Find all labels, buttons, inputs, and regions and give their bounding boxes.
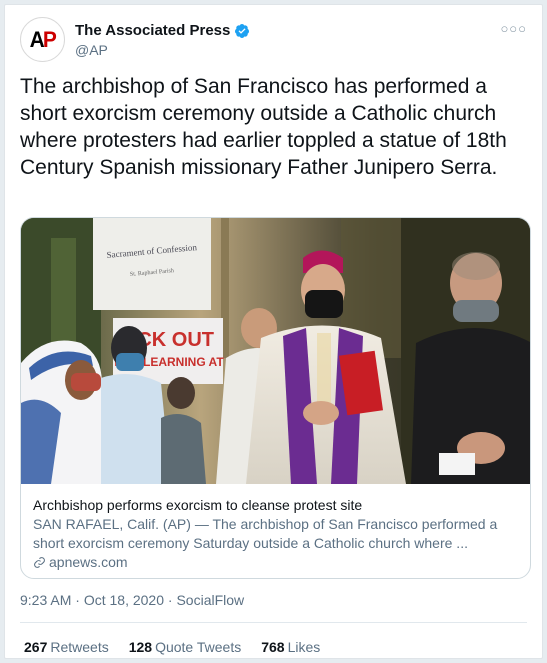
likes-count: 768 (261, 639, 285, 655)
likes-label: Likes (287, 639, 321, 655)
more-options-icon[interactable]: ○○○ (500, 21, 527, 36)
link-title: Archbishop performs exorcism to cleanse … (33, 497, 363, 513)
divider (20, 622, 527, 623)
meta-separator: · (75, 592, 80, 608)
retweets-stat[interactable]: 267 Retweets (24, 639, 109, 655)
quote-tweets-label: Quote Tweets (155, 639, 242, 655)
tweet-time[interactable]: 9:23 AM (20, 592, 71, 608)
link-icon (34, 556, 45, 568)
quote-tweets-count: 128 (128, 639, 153, 655)
article-photo: Sacrament of Confession St. Raphael Pari… (21, 218, 530, 484)
tweet-source[interactable]: SocialFlow (176, 592, 244, 608)
link-domain: apnews.com (33, 554, 518, 570)
avatar[interactable]: AP (20, 17, 65, 62)
author-display-name[interactable]: The Associated Press (75, 22, 230, 39)
link-preview-card[interactable]: Sacrament of Confession St. Raphael Pari… (20, 217, 531, 579)
retweets-count: 267 (24, 639, 48, 655)
verified-badge-icon (235, 23, 250, 38)
retweets-label: Retweets (50, 639, 109, 655)
ap-logo: AP (29, 26, 57, 52)
link-description: SAN RAFAEL, Calif. (AP) — The archbishop… (33, 516, 498, 551)
author-block: The Associated Press @AP (75, 22, 250, 58)
tweet-header: AP The Associated Press @AP ○○○ (20, 17, 527, 65)
author-name-row: The Associated Press (75, 22, 250, 39)
tweet-date[interactable]: Oct 18, 2020 (84, 592, 164, 608)
tweet-text: The archbishop of San Francisco has perf… (20, 75, 507, 179)
likes-stat[interactable]: 768 Likes (261, 639, 320, 655)
tweet-meta: 9:23 AM · Oct 18, 2020 · SocialFlow (20, 592, 244, 608)
tweet-stats: 267 Retweets 128 Quote Tweets 768 Likes (24, 639, 320, 655)
link-domain-text: apnews.com (49, 554, 128, 570)
quote-tweets-stat[interactable]: 128 Quote Tweets (129, 639, 242, 655)
link-info: Archbishop performs exorcism to cleanse … (33, 496, 518, 570)
author-handle[interactable]: @AP (75, 42, 250, 58)
meta-separator: · (167, 592, 173, 608)
tweet-card: AP The Associated Press @AP ○○○ The arch… (4, 4, 543, 659)
